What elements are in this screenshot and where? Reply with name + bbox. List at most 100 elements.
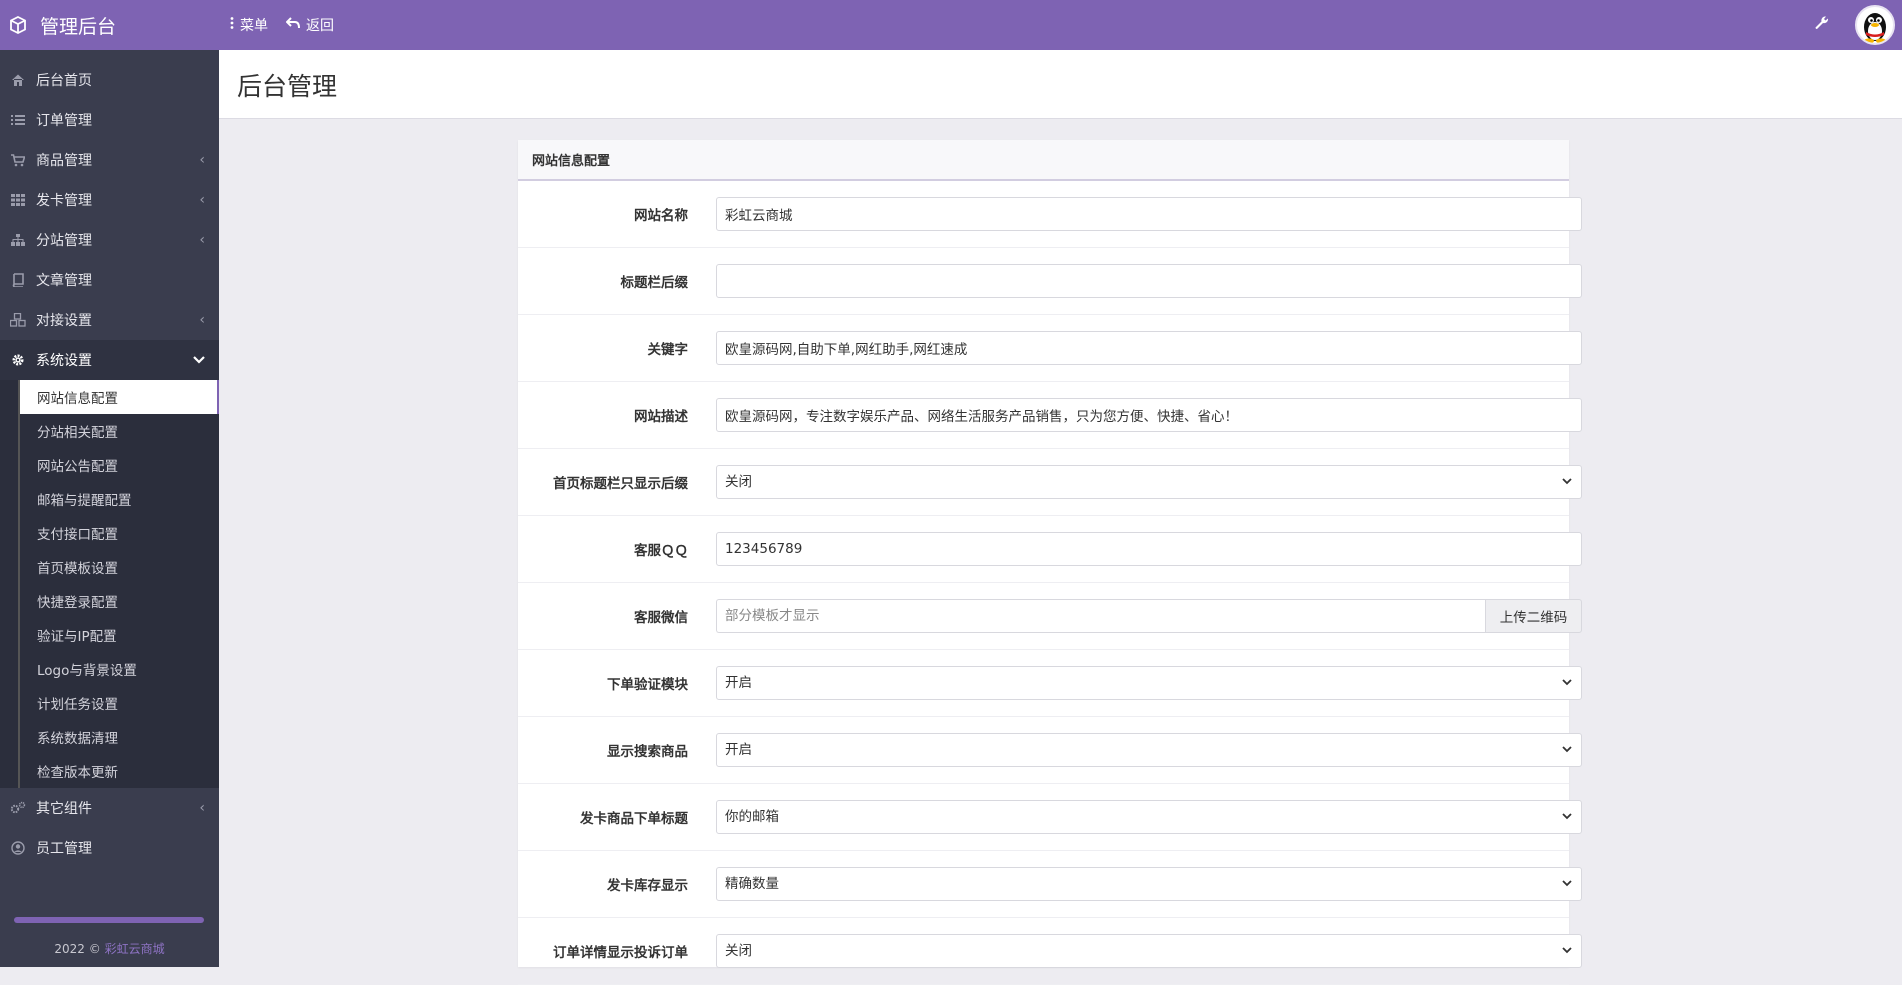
cart-icon bbox=[10, 152, 26, 168]
subitem-substation-config[interactable]: 分站相关配置 bbox=[18, 414, 219, 448]
sidebar-item-orders[interactable]: 订单管理 bbox=[0, 100, 219, 140]
title-suffix-input[interactable] bbox=[716, 264, 1582, 298]
sitemap-icon bbox=[10, 232, 26, 248]
card-order-title-select[interactable]: 你的邮箱 bbox=[716, 800, 1582, 834]
copyright: 2022 © 彩虹云商城 bbox=[0, 940, 219, 957]
form-row: 订单详情显示投诉订单 关闭 bbox=[518, 918, 1582, 985]
subitem-quick-login[interactable]: 快捷登录配置 bbox=[18, 584, 219, 618]
complaint-order-select[interactable]: 关闭 bbox=[716, 934, 1582, 968]
service-wechat-input[interactable] bbox=[716, 599, 1485, 633]
sidebar-item-label: 分站管理 bbox=[36, 233, 92, 249]
page-header: 后台管理 bbox=[219, 50, 1902, 119]
sidebar-item-label: 商品管理 bbox=[36, 153, 92, 169]
sidebar: 后台首页 订单管理 商品管理 ‹ 发卡管理 ‹ 分站管理 ‹ 文章管理 对接设置… bbox=[0, 50, 219, 967]
system-settings-submenu: 网站信息配置 分站相关配置 网站公告配置 邮箱与提醒配置 支付接口配置 首页模板… bbox=[0, 380, 219, 788]
form-row: 网站名称 bbox=[518, 181, 1582, 248]
subitem-check-update[interactable]: 检查版本更新 bbox=[18, 754, 219, 788]
field-label: 首页标题栏只显示后缀 bbox=[553, 476, 688, 492]
chevron-left-icon: ‹ bbox=[199, 152, 205, 168]
sidebar-item-label: 订单管理 bbox=[36, 113, 92, 129]
subitem-payment-config[interactable]: 支付接口配置 bbox=[18, 516, 219, 550]
copyright-link[interactable]: 彩虹云商城 bbox=[105, 942, 165, 956]
form-row: 关键字 bbox=[518, 315, 1582, 382]
homepage-suffix-only-select[interactable]: 关闭 bbox=[716, 465, 1582, 499]
sidebar-item-substations[interactable]: 分站管理 ‹ bbox=[0, 220, 219, 260]
form-row: 显示搜索商品 开启 bbox=[518, 717, 1582, 784]
back-button[interactable]: 返回 bbox=[285, 15, 334, 35]
order-verify-select[interactable]: 开启 bbox=[716, 666, 1582, 700]
menu-button[interactable]: 菜单 bbox=[230, 15, 268, 35]
wechat-input-group: 上传二维码 bbox=[716, 599, 1582, 633]
chevron-left-icon: ‹ bbox=[199, 800, 205, 816]
sidebar-item-docking[interactable]: 对接设置 ‹ bbox=[0, 300, 219, 340]
top-navbar: 管理后台 菜单 返回 bbox=[0, 0, 1902, 50]
sidebar-item-system-settings[interactable]: 系统设置 bbox=[0, 340, 219, 380]
sidebar-item-label: 其它组件 bbox=[36, 801, 92, 817]
cube-icon bbox=[8, 15, 28, 35]
sidebar-item-label: 对接设置 bbox=[36, 313, 92, 329]
chevron-down-icon bbox=[193, 352, 205, 368]
sidebar-item-label: 后台首页 bbox=[36, 73, 92, 89]
sidebar-item-label: 系统设置 bbox=[36, 353, 92, 369]
sidebar-item-articles[interactable]: 文章管理 bbox=[0, 260, 219, 300]
form-row: 客服微信 上传二维码 bbox=[518, 583, 1582, 650]
sidebar-footer: 2022 © 彩虹云商城 bbox=[0, 917, 219, 967]
field-label: 订单详情显示投诉订单 bbox=[553, 945, 688, 961]
sidebar-item-label: 发卡管理 bbox=[36, 193, 92, 209]
subitem-announcement-config[interactable]: 网站公告配置 bbox=[18, 448, 219, 482]
sidebar-item-other-components[interactable]: 其它组件 ‹ bbox=[0, 788, 219, 828]
field-label: 关键字 bbox=[647, 342, 689, 358]
avatar[interactable] bbox=[1855, 5, 1895, 45]
sidebar-item-products[interactable]: 商品管理 ‹ bbox=[0, 140, 219, 180]
service-qq-input[interactable] bbox=[716, 532, 1582, 566]
subitem-verify-ip[interactable]: 验证与IP配置 bbox=[18, 618, 219, 652]
panel-title: 网站信息配置 bbox=[518, 140, 1569, 181]
chevron-left-icon: ‹ bbox=[199, 232, 205, 248]
sidebar-item-staff[interactable]: 员工管理 bbox=[0, 828, 219, 868]
field-label: 客服微信 bbox=[634, 610, 688, 626]
form-row: 发卡商品下单标题 你的邮箱 bbox=[518, 784, 1582, 851]
field-label: 发卡库存显示 bbox=[607, 878, 688, 894]
back-label: 返回 bbox=[306, 18, 334, 34]
field-label: 客服ＱＱ bbox=[634, 543, 688, 559]
page-title: 后台管理 bbox=[237, 72, 338, 101]
grid-icon bbox=[10, 192, 26, 208]
user-circle-icon bbox=[10, 840, 26, 856]
subitem-mail-config[interactable]: 邮箱与提醒配置 bbox=[18, 482, 219, 516]
sidebar-item-cards[interactable]: 发卡管理 ‹ bbox=[0, 180, 219, 220]
sidebar-item-home[interactable]: 后台首页 bbox=[0, 60, 219, 100]
show-search-select[interactable]: 开启 bbox=[716, 733, 1582, 767]
form-row: 网站描述 bbox=[518, 382, 1582, 449]
subitem-logo-background[interactable]: Logo与背景设置 bbox=[18, 652, 219, 686]
keywords-input[interactable] bbox=[716, 331, 1582, 365]
subitem-template-settings[interactable]: 首页模板设置 bbox=[18, 550, 219, 584]
menu-label: 菜单 bbox=[240, 18, 268, 34]
site-name-input[interactable] bbox=[716, 197, 1582, 231]
subitem-cron-tasks[interactable]: 计划任务设置 bbox=[18, 686, 219, 720]
field-label: 网站描述 bbox=[634, 409, 688, 425]
reply-icon bbox=[285, 17, 300, 33]
chevron-left-icon: ‹ bbox=[199, 312, 205, 328]
brand[interactable]: 管理后台 bbox=[0, 0, 219, 50]
sidebar-item-label: 员工管理 bbox=[36, 841, 92, 857]
site-info-panel: 网站信息配置 网站名称 标题栏后缀 关键字 网站描述 首页标题栏只显示后缀 关闭… bbox=[518, 140, 1582, 985]
ellipsis-vertical-icon bbox=[230, 17, 234, 33]
field-label: 网站名称 bbox=[634, 208, 688, 224]
cubes-icon bbox=[10, 312, 26, 328]
book-icon bbox=[10, 272, 26, 288]
upload-qrcode-button[interactable]: 上传二维码 bbox=[1485, 599, 1582, 633]
form-row: 发卡库存显示 精确数量 bbox=[518, 851, 1582, 918]
footer-progress-bar bbox=[14, 917, 204, 923]
list-icon bbox=[10, 112, 26, 128]
chevron-left-icon: ‹ bbox=[199, 192, 205, 208]
field-label: 发卡商品下单标题 bbox=[580, 811, 688, 827]
card-stock-display-select[interactable]: 精确数量 bbox=[716, 867, 1582, 901]
subitem-site-info[interactable]: 网站信息配置 bbox=[18, 380, 219, 414]
description-input[interactable] bbox=[716, 398, 1582, 432]
subitem-data-cleanup[interactable]: 系统数据清理 bbox=[18, 720, 219, 754]
field-label: 显示搜索商品 bbox=[607, 744, 688, 760]
field-label: 下单验证模块 bbox=[607, 677, 688, 693]
wrench-icon[interactable] bbox=[1814, 15, 1834, 35]
cogs-icon bbox=[10, 800, 26, 816]
form-row: 标题栏后缀 bbox=[518, 248, 1582, 315]
